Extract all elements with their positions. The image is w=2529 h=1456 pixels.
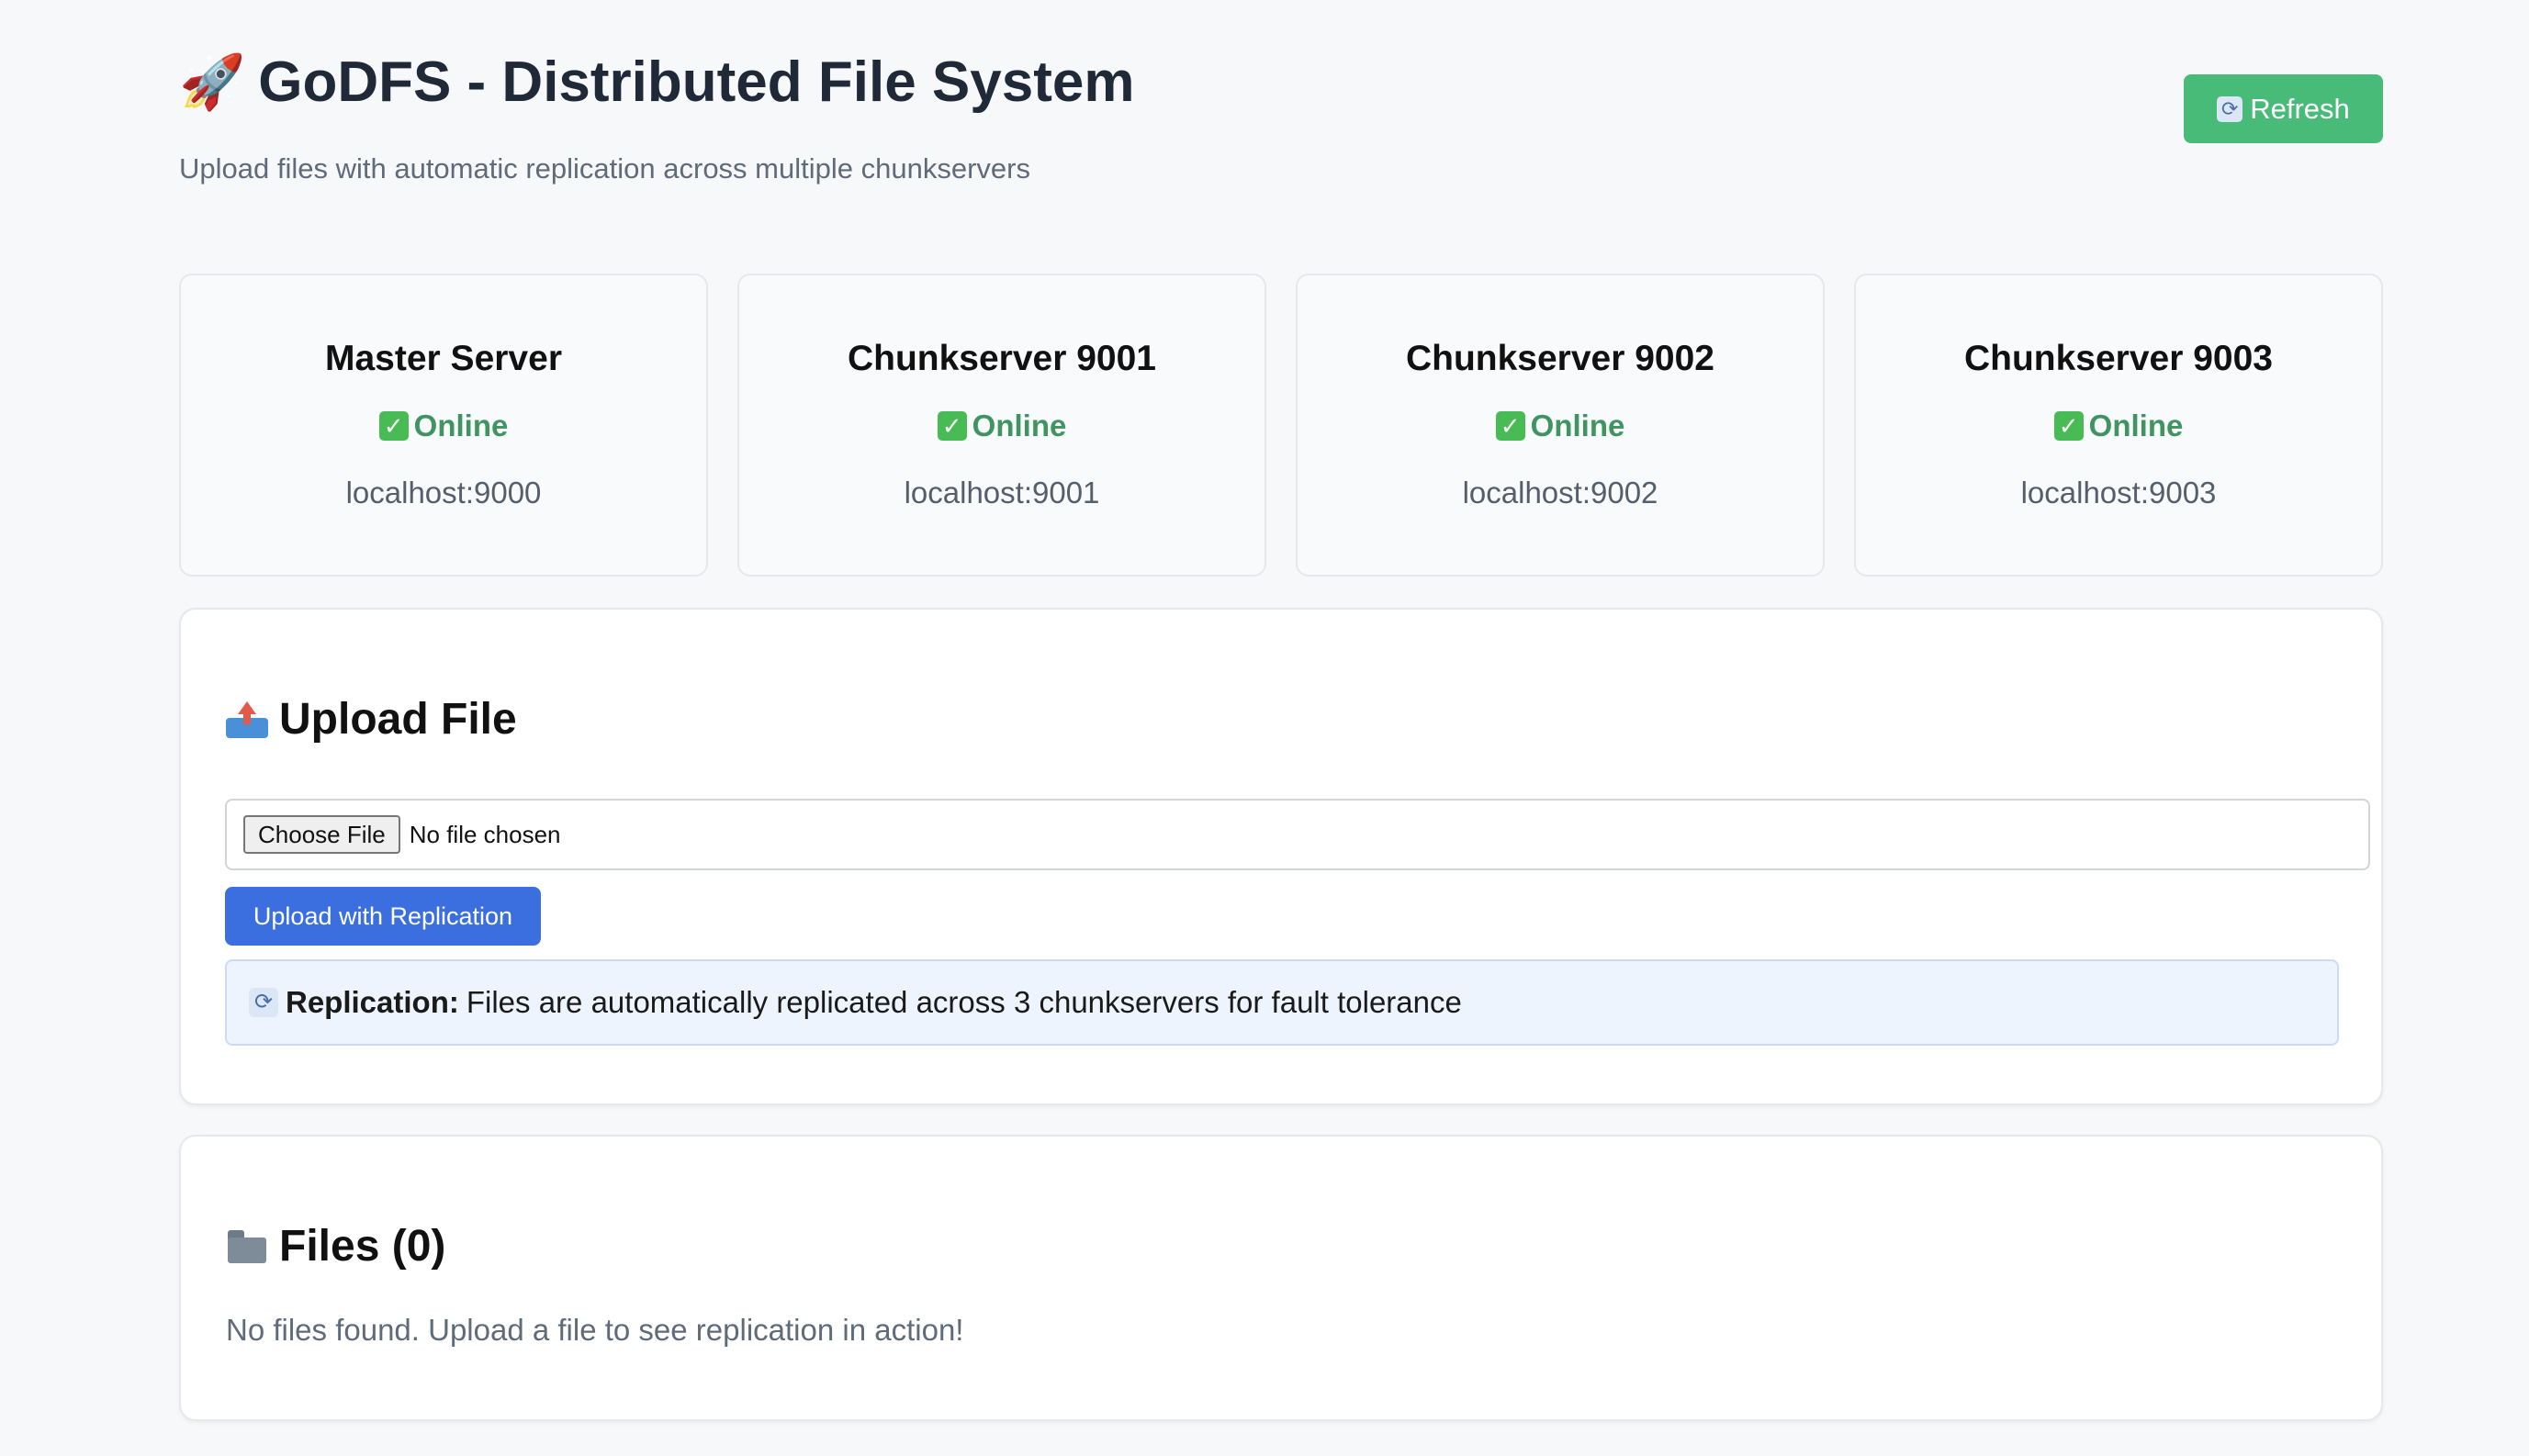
- refresh-button[interactable]: ⟳ Refresh: [2184, 74, 2383, 143]
- outbox-tray-icon: [226, 700, 268, 740]
- upload-title-text: Upload File: [279, 695, 517, 744]
- rocket-icon: 🚀: [179, 52, 246, 112]
- server-name: Master Server: [325, 339, 562, 378]
- upload-panel: Upload File Choose File No file chosen U…: [179, 608, 2383, 1105]
- files-title: Files (0): [226, 1219, 445, 1274]
- server-status: ✓ Online: [378, 408, 509, 444]
- replication-info-text: Files are automatically replicated acros…: [466, 985, 1462, 1019]
- server-status: ✓ Online: [2053, 408, 2184, 444]
- server-address: localhost:9002: [1462, 476, 1658, 510]
- server-status-text: Online: [2088, 409, 2184, 442]
- upload-button[interactable]: Upload with Replication: [225, 887, 541, 946]
- server-card-9002: Chunkserver 9002 ✓ Online localhost:9002: [1296, 274, 1825, 577]
- check-icon: ✓: [378, 411, 409, 441]
- file-status-text: No file chosen: [409, 820, 561, 848]
- server-status-row: Master Server ✓ Online localhost:9000 Ch…: [179, 274, 2383, 577]
- refresh-button-label: Refresh: [2250, 92, 2350, 125]
- refresh-icon: ⟳: [2217, 95, 2243, 122]
- check-icon: ✓: [1495, 411, 1525, 441]
- server-status: ✓ Online: [937, 408, 1067, 444]
- page: 🚀 GoDFS - Distributed File System Upload…: [0, 0, 2529, 1456]
- server-status-text: Online: [1530, 409, 1625, 442]
- server-card-9003: Chunkserver 9003 ✓ Online localhost:9003: [1854, 274, 2383, 577]
- page-title-text: GoDFS - Distributed File System: [258, 50, 1135, 114]
- files-title-text: Files (0): [279, 1222, 446, 1271]
- files-empty-message: No files found. Upload a file to see rep…: [226, 1313, 964, 1347]
- server-status: ✓ Online: [1495, 408, 1625, 444]
- replication-info-label: Replication:: [286, 985, 459, 1019]
- server-address: localhost:9001: [904, 476, 1100, 510]
- server-card-9001: Chunkserver 9001 ✓ Online localhost:9001: [737, 274, 1266, 577]
- file-input[interactable]: Choose File No file chosen: [225, 799, 2370, 870]
- server-address: localhost:9000: [345, 476, 542, 510]
- server-card-master: Master Server ✓ Online localhost:9000: [179, 274, 708, 577]
- check-icon: ✓: [2053, 411, 2084, 441]
- header: 🚀 GoDFS - Distributed File System Upload…: [179, 46, 2383, 187]
- files-panel: Files (0) No files found. Upload a file …: [179, 1135, 2383, 1421]
- page-subtitle: Upload files with automatic replication …: [179, 152, 1030, 185]
- folder-icon: [226, 1226, 268, 1267]
- refresh-icon: ⟳: [249, 988, 278, 1017]
- server-name: Chunkserver 9003: [1963, 339, 2274, 378]
- page-title: 🚀 GoDFS - Distributed File System: [179, 46, 2383, 119]
- server-name: Chunkserver 9001: [847, 339, 1157, 378]
- server-address: localhost:9003: [2020, 476, 2217, 510]
- server-status-text: Online: [972, 409, 1067, 442]
- server-name: Chunkserver 9002: [1405, 339, 1715, 378]
- choose-file-button[interactable]: Choose File: [243, 815, 400, 854]
- check-icon: ✓: [937, 411, 967, 441]
- server-status-text: Online: [413, 409, 509, 442]
- upload-title: Upload File: [226, 692, 517, 747]
- replication-info-box: ⟳ Replication: Files are automatically r…: [225, 959, 2339, 1046]
